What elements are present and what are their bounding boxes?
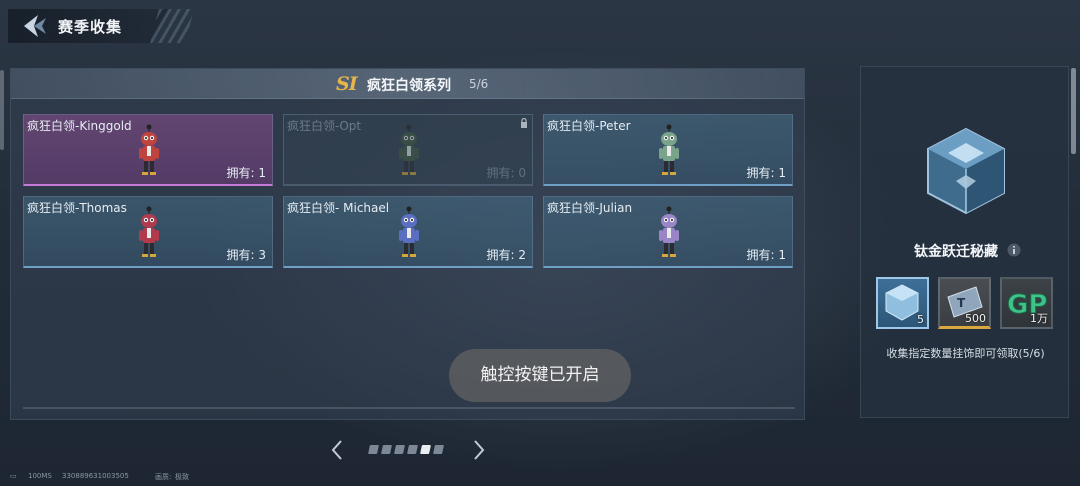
collection-card-opt[interactable]: 疯狂白领-Opt 拥有: 0 xyxy=(283,114,533,186)
page-dot-1[interactable] xyxy=(368,445,379,454)
page-title: 赛季收集 xyxy=(58,18,123,36)
reward-item-gp[interactable]: GP 1万 xyxy=(1000,277,1053,329)
card-owned-count: 拥有: 2 xyxy=(486,248,527,262)
reward-item-ticket[interactable]: T 500 xyxy=(938,277,991,329)
titanium-chest-icon xyxy=(927,127,1005,215)
character-figure-icon xyxy=(659,124,679,175)
card-name: 疯狂白领-Peter xyxy=(547,119,631,133)
quality-value: 极致 xyxy=(175,473,189,481)
player-id: 330889631003505 xyxy=(62,472,129,480)
reward-description: 收集指定数量挂饰即可领取(5/6) xyxy=(886,347,1045,360)
card-owned-count: 拥有: 1 xyxy=(746,166,787,180)
ping-value: 100MS xyxy=(28,472,52,480)
panel-divider xyxy=(23,407,795,409)
reward-qty: 500 xyxy=(965,312,986,325)
page-dot-6[interactable] xyxy=(433,445,444,454)
collection-card-thomas[interactable]: 疯狂白领-Thomas 拥有: 3 xyxy=(23,196,273,268)
reward-item-chest[interactable]: 5 xyxy=(876,277,929,329)
character-figure-icon xyxy=(399,206,419,257)
reward-panel: 钛金跃迁秘藏 5 T 500 GP 1万 收集指定数量挂饰即可领取(5/6) xyxy=(860,66,1069,418)
network-icon: ▭ xyxy=(10,472,17,480)
page-dot-2[interactable] xyxy=(381,445,392,454)
prev-page-button[interactable] xyxy=(328,438,346,462)
info-icon[interactable] xyxy=(1007,243,1021,257)
series-count: 5/6 xyxy=(469,77,489,91)
character-figure-icon xyxy=(139,206,159,257)
character-figure-icon xyxy=(399,124,419,175)
chevron-right-icon xyxy=(474,440,485,460)
reward-qty: 5 xyxy=(917,313,924,326)
chevron-left-icon xyxy=(331,440,342,460)
series-header: SI 疯狂白领系列 5/6 xyxy=(11,69,804,99)
lock-icon xyxy=(521,118,527,128)
card-name: 疯狂白领-Opt xyxy=(287,119,362,133)
left-scrollbar[interactable] xyxy=(0,70,4,150)
quality-label: 画质: xyxy=(155,473,172,481)
collection-card-kinggold[interactable]: 疯狂白领-Kinggold 拥有: 1 xyxy=(23,114,273,186)
collection-panel: SI 疯狂白领系列 5/6 疯狂白领-Kinggold 拥有: 1 疯狂白领-O… xyxy=(10,68,805,420)
reward-qty: 1万 xyxy=(1030,312,1048,325)
card-name: 疯狂白领-Kinggold xyxy=(27,119,132,133)
card-name: 疯狂白领-Thomas xyxy=(27,201,127,215)
page-dot-4[interactable] xyxy=(407,445,418,454)
card-name: 疯狂白领- Michael xyxy=(287,201,390,215)
card-owned-count: 拥有: 1 xyxy=(746,248,787,262)
card-owned-count: 拥有: 1 xyxy=(226,166,267,180)
toast-message: 触控按键已开启 xyxy=(449,349,631,402)
back-arrow-icon xyxy=(24,15,46,37)
character-figure-icon xyxy=(139,124,159,175)
card-owned-count: 拥有: 0 xyxy=(486,166,527,180)
chest-name: 钛金跃迁秘藏 xyxy=(914,244,998,260)
character-figure-icon xyxy=(659,206,679,257)
card-owned-count: 拥有: 3 xyxy=(226,248,267,262)
page-dot-3[interactable] xyxy=(394,445,405,454)
svg-text:T: T xyxy=(957,296,966,310)
top-header: 赛季收集 xyxy=(0,0,200,52)
page-dot-5[interactable] xyxy=(420,445,431,454)
collection-card-michael[interactable]: 疯狂白领- Michael 拥有: 2 xyxy=(283,196,533,268)
next-page-button[interactable] xyxy=(470,438,488,462)
series-name: 疯狂白领系列 xyxy=(367,78,451,94)
season-logo: SI xyxy=(336,73,358,95)
right-scrollbar[interactable] xyxy=(1071,68,1076,154)
back-button[interactable] xyxy=(20,13,48,39)
card-name: 疯狂白领-Julian xyxy=(547,201,633,215)
collection-card-peter[interactable]: 疯狂白领-Peter 拥有: 1 xyxy=(543,114,793,186)
collection-card-julian[interactable]: 疯狂白领-Julian 拥有: 1 xyxy=(543,196,793,268)
